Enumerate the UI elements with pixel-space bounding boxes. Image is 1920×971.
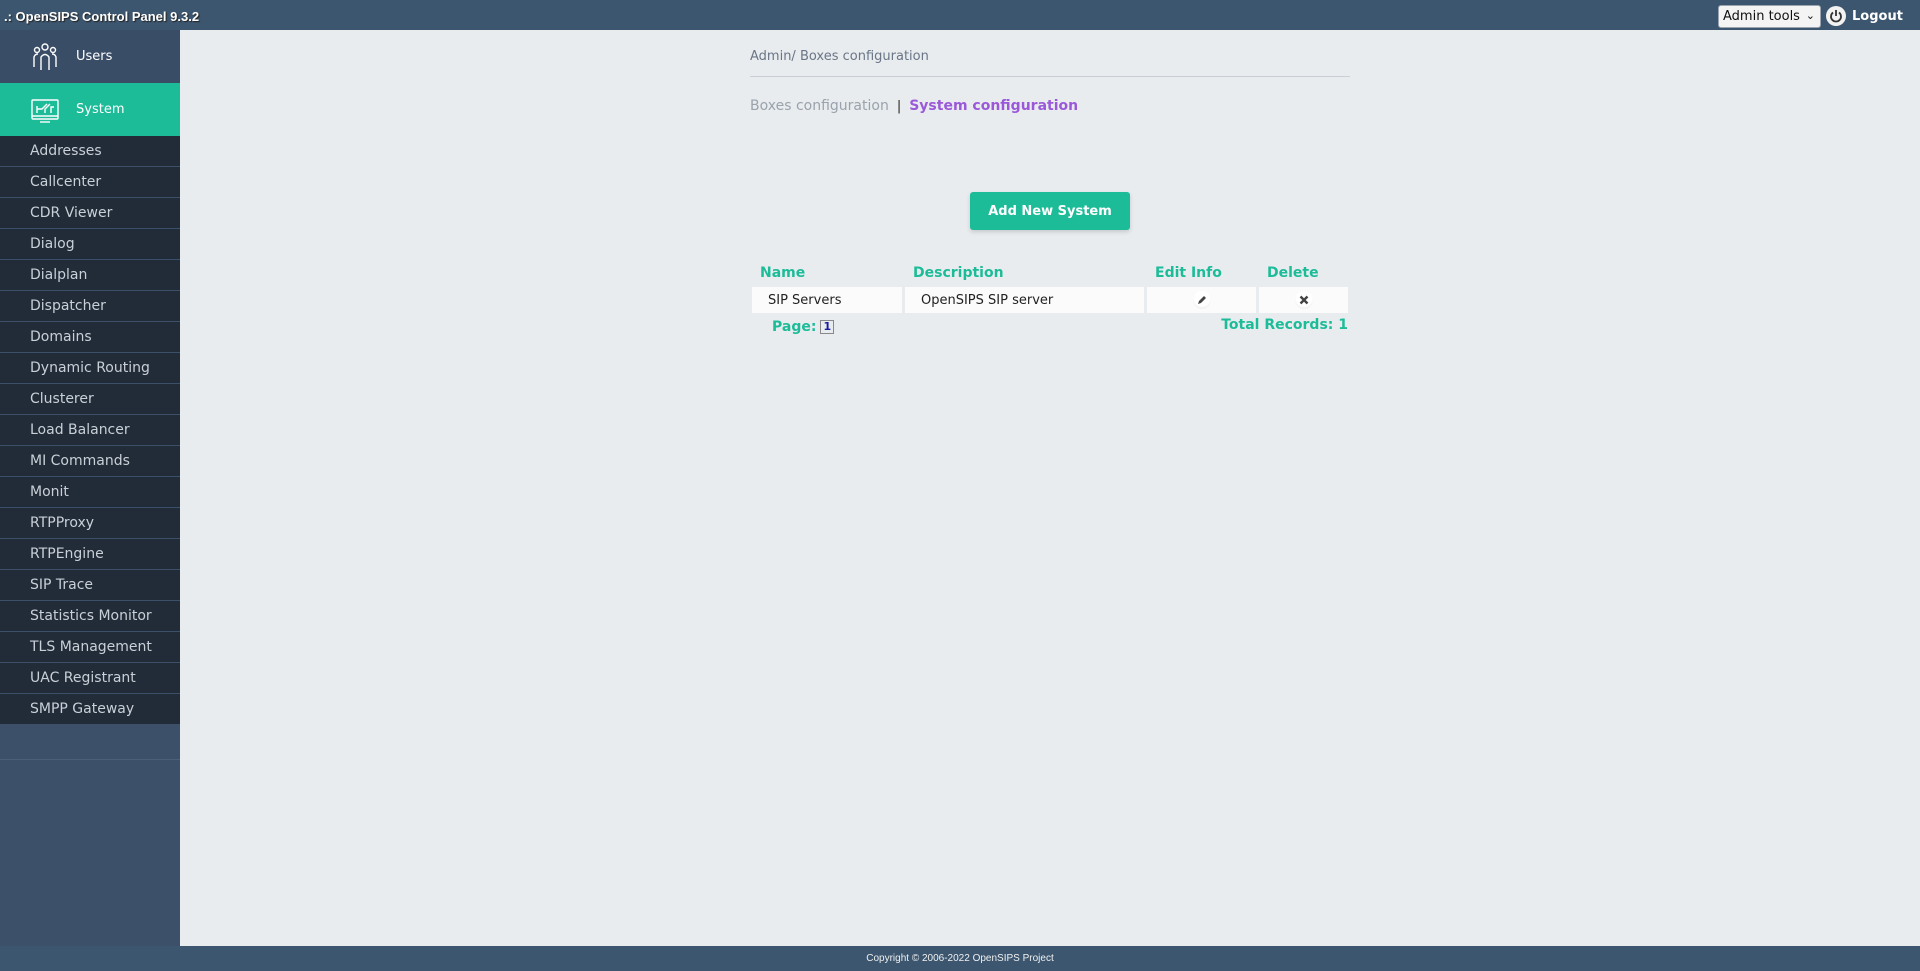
cell-name: SIP Servers [752, 287, 905, 313]
sidebar-item-uac-registrant[interactable]: UAC Registrant [0, 663, 180, 694]
sidebar-item-system[interactable]: System [0, 83, 180, 136]
systems-table: Name Description Edit Info Delete SIP Se… [752, 265, 1348, 337]
header-edit-info: Edit Info [1155, 265, 1222, 281]
table-header: Name Description Edit Info Delete [752, 265, 1348, 285]
sidebar-item-callcenter[interactable]: Callcenter [0, 167, 180, 198]
sidebar-item-clusterer[interactable]: Clusterer [0, 384, 180, 415]
header-name: Name [760, 265, 806, 281]
top-bar: .: OpenSIPS Control Panel 9.3.2 Admin to… [0, 0, 1920, 30]
main-content: Admin/ Boxes configuration Boxes configu… [180, 30, 1920, 946]
cell-edit [1147, 287, 1259, 313]
sidebar-item-cdr-viewer[interactable]: CDR Viewer [0, 198, 180, 229]
pencil-icon[interactable] [1192, 291, 1211, 309]
sidebar-item-users[interactable]: Users [0, 30, 180, 83]
sidebar-item-rtpproxy[interactable]: RTPProxy [0, 508, 180, 539]
tab-boxes-configuration[interactable]: Boxes configuration [750, 98, 889, 114]
admin-tools-select[interactable]: Admin tools ⌄ [1718, 5, 1821, 28]
sidebar-item-label: Users [76, 49, 113, 64]
users-icon [30, 42, 60, 72]
system-icon [30, 95, 60, 125]
sidebar-item-dialog[interactable]: Dialog [0, 229, 180, 260]
sidebar-item-domains[interactable]: Domains [0, 322, 180, 353]
system-submenu: Addresses Callcenter CDR Viewer Dialog D… [0, 136, 180, 725]
power-icon[interactable] [1826, 6, 1846, 26]
admin-tools-selected: Admin tools [1723, 9, 1800, 24]
subnav: Boxes configuration | System configurati… [750, 98, 1078, 114]
subnav-separator: | [896, 98, 902, 114]
page-number-link[interactable]: 1 [820, 320, 835, 334]
footer: Copyright © 2006-2022 OpenSIPS Project [0, 946, 1920, 971]
x-icon[interactable] [1294, 291, 1313, 309]
add-new-system-button[interactable]: Add New System [970, 192, 1130, 230]
sidebar: Users System Addresses Callcenter CDR Vi… [0, 30, 180, 946]
sidebar-item-smpp-gateway[interactable]: SMPP Gateway [0, 694, 180, 725]
sidebar-item-rtpengine[interactable]: RTPEngine [0, 539, 180, 570]
pagination: Page: 1 [752, 317, 835, 337]
sidebar-item-load-balancer[interactable]: Load Balancer [0, 415, 180, 446]
app-title: .: OpenSIPS Control Panel 9.3.2 [4, 9, 200, 24]
header-description: Description [913, 265, 1004, 281]
total-records: Total Records: 1 [1221, 317, 1348, 333]
sidebar-item-tls-management[interactable]: TLS Management [0, 632, 180, 663]
sidebar-item-label: System [76, 102, 125, 117]
sidebar-spacer [0, 725, 180, 760]
cell-delete [1259, 287, 1348, 313]
sidebar-item-dialplan[interactable]: Dialplan [0, 260, 180, 291]
sidebar-item-sip-trace[interactable]: SIP Trace [0, 570, 180, 601]
sidebar-item-monit[interactable]: Monit [0, 477, 180, 508]
sidebar-item-dynamic-routing[interactable]: Dynamic Routing [0, 353, 180, 384]
page-label: Page: [772, 319, 817, 335]
table-row: SIP Servers OpenSIPS SIP server [752, 287, 1348, 313]
divider [750, 76, 1350, 77]
cell-description: OpenSIPS SIP server [905, 287, 1147, 313]
sidebar-item-dispatcher[interactable]: Dispatcher [0, 291, 180, 322]
copyright-text: Copyright © 2006-2022 OpenSIPS Project [866, 953, 1054, 964]
tab-system-configuration[interactable]: System configuration [909, 98, 1078, 114]
breadcrumb: Admin/ Boxes configuration [750, 49, 929, 64]
chevron-down-icon: ⌄ [1805, 9, 1815, 22]
sidebar-item-mi-commands[interactable]: MI Commands [0, 446, 180, 477]
sidebar-item-statistics-monitor[interactable]: Statistics Monitor [0, 601, 180, 632]
table-footer: Page: 1 Total Records: 1 [752, 317, 1348, 337]
sidebar-item-addresses[interactable]: Addresses [0, 136, 180, 167]
logout-link[interactable]: Logout [1852, 9, 1903, 24]
header-delete: Delete [1267, 265, 1319, 281]
